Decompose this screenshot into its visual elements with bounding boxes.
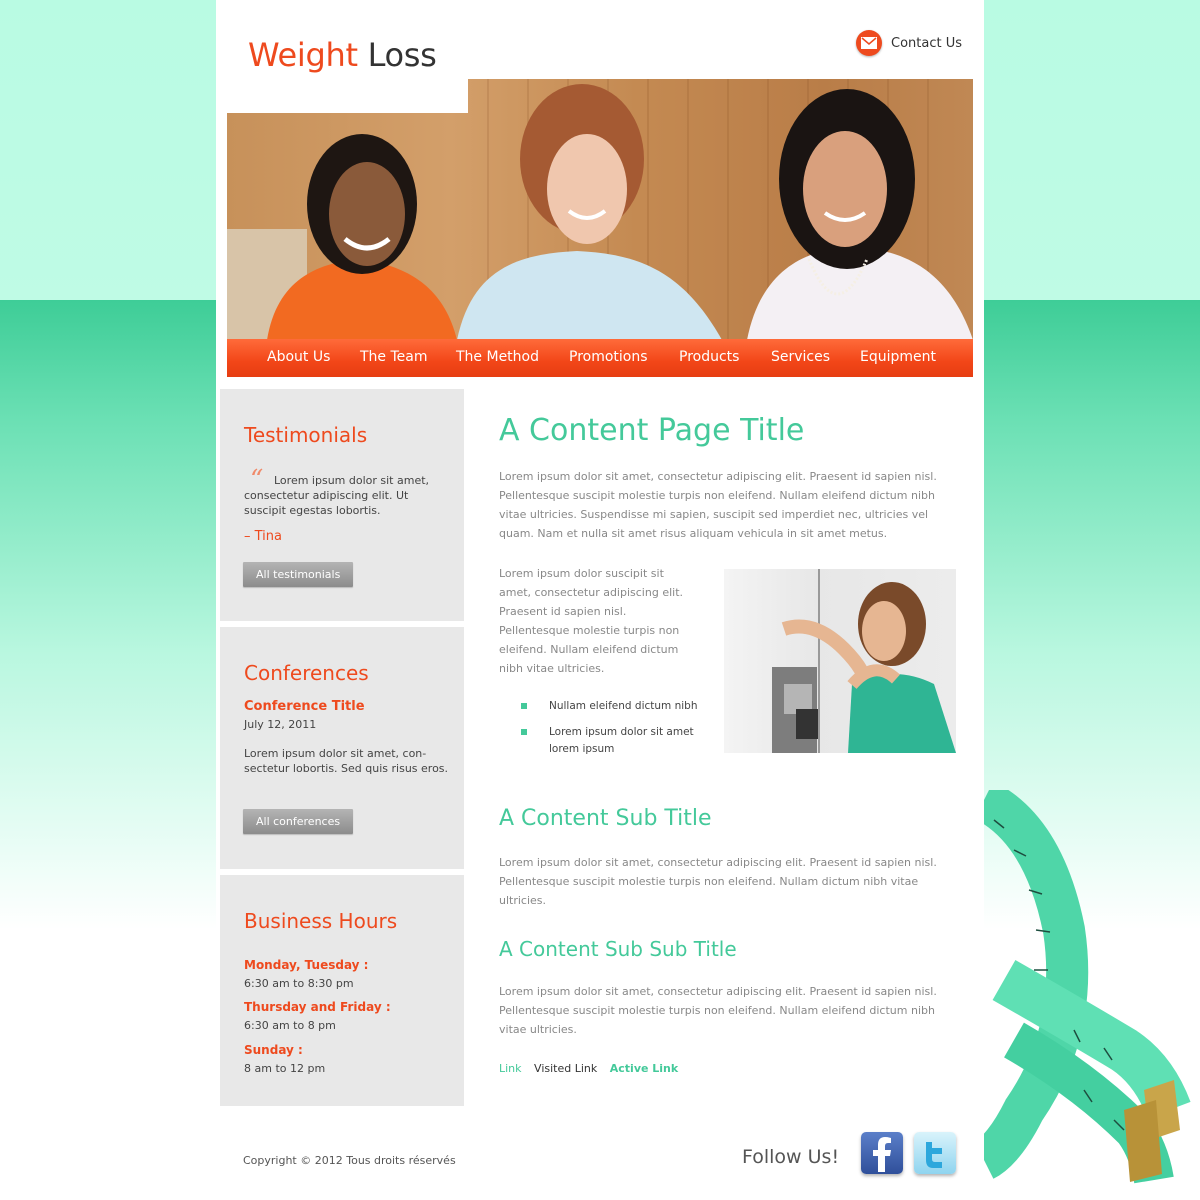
testimonials-title: Testimonials xyxy=(244,423,368,447)
all-testimonials-button[interactable]: All testimonials xyxy=(243,562,354,587)
conferences-title: Conferences xyxy=(244,661,369,685)
nav-the-team[interactable]: The Team xyxy=(360,349,428,365)
sub-paragraph: Lorem ipsum dolor sit amet, consectetur … xyxy=(499,856,937,907)
hours-time: 8 am to 12 pm xyxy=(244,1062,326,1075)
logo-word-weight: Weight xyxy=(248,36,358,74)
scale-photo xyxy=(724,569,956,753)
hours-time: 6:30 am to 8 pm xyxy=(244,1019,336,1032)
contact-link[interactable]: Contact Us xyxy=(856,30,962,56)
testimonial-author: – Tina xyxy=(244,529,282,544)
facebook-icon[interactable] xyxy=(861,1132,903,1174)
subsub-paragraph: Lorem ipsum dolor sit amet, consectetur … xyxy=(499,985,937,1036)
nav-the-method[interactable]: The Method xyxy=(456,349,539,365)
subsub-title: A Content Sub Sub Title xyxy=(499,937,737,961)
nav-about-us[interactable]: About Us xyxy=(267,349,330,365)
measuring-tape-decoration xyxy=(973,781,1200,1190)
hours-time: 6:30 am to 8:30 pm xyxy=(244,977,354,990)
business-hours-title: Business Hours xyxy=(244,909,398,933)
mail-icon xyxy=(856,30,882,56)
hours-days: Thursday and Friday : xyxy=(244,1000,391,1014)
nav-services[interactable]: Services xyxy=(771,349,830,365)
logo-word-loss: Loss xyxy=(367,36,437,74)
conference-text: Lorem ipsum dolor sit amet, con-sectetur… xyxy=(244,747,449,775)
conference-item-title[interactable]: Conference Title xyxy=(244,699,365,714)
intro-paragraph: Lorem ipsum dolor sit amet, consectetur … xyxy=(499,470,937,540)
site-logo[interactable]: Weight Loss xyxy=(248,36,437,74)
sample-link[interactable]: Link xyxy=(499,1062,522,1075)
link-samples: Link Visited Link Active Link xyxy=(499,1062,687,1075)
nav-equipment[interactable]: Equipment xyxy=(860,349,936,365)
bullet-icon xyxy=(521,729,527,735)
bullet-icon xyxy=(521,703,527,709)
active-link[interactable]: Active Link xyxy=(610,1062,678,1075)
twitter-icon[interactable] xyxy=(914,1132,956,1174)
conferences-box: Conferences Conference Title July 12, 20… xyxy=(220,627,464,869)
list-item: Nullam eleifend dictum nibh xyxy=(549,700,698,712)
copyright: Copyright © 2012 Tous droits réservés xyxy=(243,1154,456,1167)
nav-products[interactable]: Products xyxy=(679,349,739,365)
testimonial-quote: Lorem ipsum dolor sit amet, consectetur … xyxy=(244,474,430,517)
visited-link[interactable]: Visited Link xyxy=(534,1062,597,1075)
hours-days: Sunday : xyxy=(244,1043,303,1057)
all-conferences-button[interactable]: All conferences xyxy=(243,809,354,834)
hours-days: Monday, Tuesday : xyxy=(244,958,369,972)
business-hours-box: Business Hours Monday, Tuesday : 6:30 am… xyxy=(220,875,464,1106)
hero-photo xyxy=(227,79,973,340)
page-title: A Content Page Title xyxy=(499,413,805,448)
nav-promotions[interactable]: Promotions xyxy=(569,349,648,365)
side-paragraph: Lorem ipsum dolor suscipit sit amet, con… xyxy=(499,567,684,675)
contact-label: Contact Us xyxy=(891,35,962,51)
main-nav: About Us The Team The Method Promotions … xyxy=(227,339,973,377)
testimonials-box: Testimonials “ Lorem ipsum dolor sit ame… xyxy=(220,389,464,621)
scale-figure xyxy=(772,569,956,753)
sub-title: A Content Sub Title xyxy=(499,806,712,831)
conference-date: July 12, 2011 xyxy=(244,718,317,731)
hero-figures xyxy=(227,84,973,340)
follow-us-label: Follow Us! xyxy=(742,1146,840,1168)
list-item: Lorem ipsum dolor sit amet lorem ipsum xyxy=(549,726,694,755)
